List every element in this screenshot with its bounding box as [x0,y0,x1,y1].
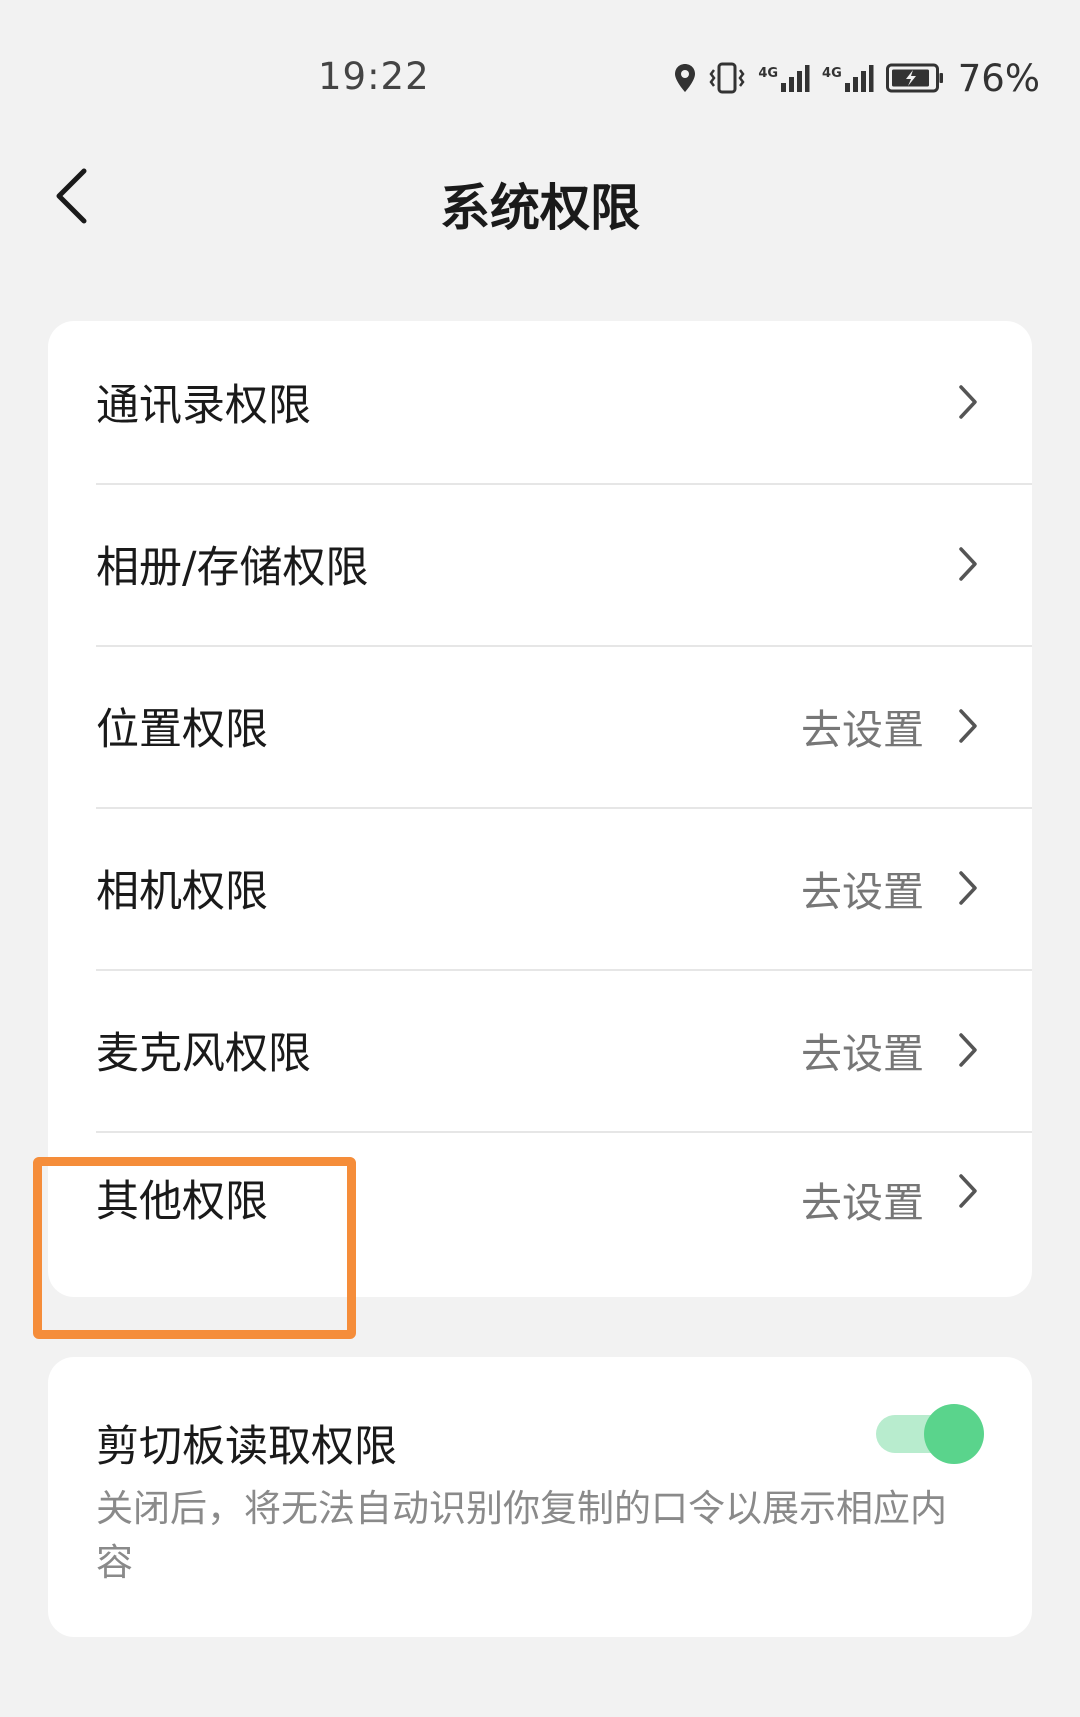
permission-row-album-storage[interactable]: 相册/存储权限 [48,483,1032,645]
permission-label: 相册/存储权限 [96,543,369,593]
permission-row-microphone[interactable]: 麦克风权限 去设置 [48,969,1032,1131]
network-type-label: 4G [822,66,842,81]
signal-sim2-icon: 4G [822,63,874,93]
permission-label: 相机权限 [96,867,268,917]
chevron-right-icon [956,868,980,908]
vibrate-icon [708,62,746,94]
permission-row-location[interactable]: 位置权限 去设置 [48,645,1032,807]
network-type-label: 4G [758,66,779,81]
status-bar: 19:22 4G 4G 76% [0,0,1080,150]
go-settings-label: 去设置 [801,1179,924,1227]
status-time: 19:22 [318,55,430,98]
go-settings-label: 去设置 [801,868,924,916]
chevron-right-icon [956,382,980,422]
permission-label: 位置权限 [96,705,268,755]
status-icons: 4G 4G 76% [674,56,1040,100]
go-settings-label: 去设置 [801,1030,924,1078]
clipboard-permission-description: 关闭后，将无法自动识别你复制的口令以展示相应内容 [96,1487,947,1584]
permission-row-other[interactable]: 其他权限 去设置 [48,1131,1032,1293]
location-icon [674,63,696,93]
chevron-right-icon [956,706,980,746]
chevron-right-icon [956,1171,980,1211]
permissions-card: 通讯录权限 相册/存储权限 位置权限 去设置 相机权限 去设置 麦克风权限 去设… [48,321,1032,1297]
battery-icon [885,63,944,93]
permission-row-contacts[interactable]: 通讯录权限 [48,321,1032,483]
page-title: 系统权限 [440,179,640,237]
go-settings-label: 去设置 [801,706,924,754]
chevron-right-icon [956,1030,980,1070]
header: 系统权限 [0,150,1080,250]
permission-label: 麦克风权限 [96,1029,311,1079]
permission-label: 其他权限 [96,1177,268,1227]
chevron-right-icon [956,544,980,584]
clipboard-card: 剪切板读取权限 关闭后，将无法自动识别你复制的口令以展示相应内容 [48,1357,1032,1637]
clipboard-permission-toggle[interactable] [876,1404,984,1464]
battery-percent: 76% [957,56,1040,100]
clipboard-permission-title: 剪切板读取权限 [96,1422,397,1472]
permission-label: 通讯录权限 [96,381,311,431]
signal-sim1-icon: 4G [758,63,810,93]
toggle-knob [924,1404,984,1464]
permission-row-camera[interactable]: 相机权限 去设置 [48,807,1032,969]
